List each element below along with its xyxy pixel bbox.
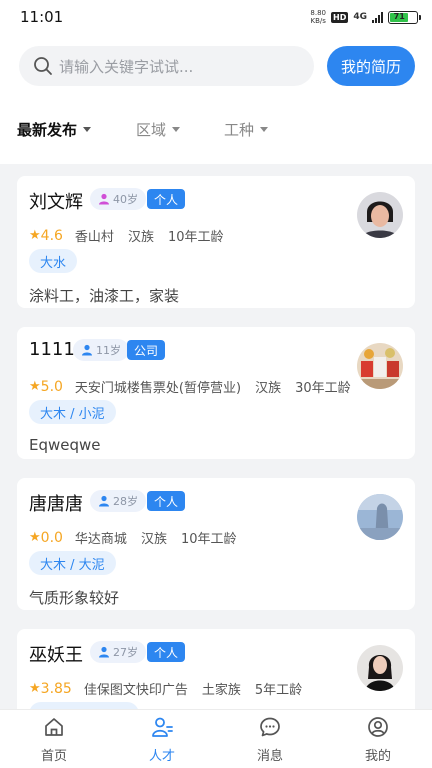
avatar bbox=[357, 343, 403, 389]
network-type: 4G bbox=[353, 11, 367, 22]
tab-talent[interactable]: 人才 bbox=[108, 710, 216, 768]
hd-icon: HD bbox=[331, 11, 349, 23]
candidate-card[interactable]: 唐唐唐 28岁 个人 ★ 0.0 华达商城 汉族 10年工龄 大木 / 大泥 气… bbox=[17, 478, 415, 610]
battery-icon: 71 bbox=[388, 10, 421, 24]
filter-region[interactable]: 区域 bbox=[136, 119, 181, 140]
tab-label: 我的 bbox=[364, 749, 391, 764]
female-icon bbox=[99, 193, 109, 205]
ethnicity: 汉族 bbox=[255, 381, 282, 396]
message-icon bbox=[260, 717, 280, 737]
age-text: 40岁 bbox=[113, 193, 138, 206]
rating: 4.6 bbox=[40, 227, 63, 244]
ethnicity: 土家族 bbox=[201, 683, 241, 698]
rating: 3.85 bbox=[40, 680, 72, 697]
candidate-card[interactable]: 刘文辉 40岁 个人 ★ 4.6 香山村 汉族 10年工龄 大水 涂料工，油漆工… bbox=[17, 176, 415, 308]
rating: 5.0 bbox=[40, 378, 63, 395]
candidate-name: 刘文辉 bbox=[29, 192, 83, 213]
network-speed: 8.80 KB/s bbox=[310, 9, 326, 25]
header: 请输入关键字试试... 我的简历 最新发布 区域 工种 bbox=[0, 34, 432, 164]
experience: 5年工龄 bbox=[254, 683, 303, 698]
caret-down-icon bbox=[260, 127, 269, 132]
male-icon bbox=[99, 646, 109, 658]
location: 华达商城 bbox=[74, 532, 127, 547]
age-tag: 28岁 bbox=[90, 490, 146, 512]
description: Eqweqwe bbox=[29, 436, 101, 454]
description: 气质形象较好 bbox=[29, 589, 120, 607]
home-icon bbox=[45, 718, 63, 736]
caret-down-icon bbox=[172, 127, 181, 132]
tab-label: 消息 bbox=[256, 749, 283, 764]
tab-label: 首页 bbox=[40, 749, 67, 764]
rating: 0.0 bbox=[40, 529, 63, 546]
tab-profile[interactable]: 我的 bbox=[324, 710, 432, 768]
star-icon: ★ bbox=[29, 228, 41, 243]
filter-trade[interactable]: 工种 bbox=[224, 119, 269, 140]
candidate-name: 唐唐唐 bbox=[29, 494, 83, 515]
profile-icon bbox=[368, 717, 388, 737]
type-tag: 个人 bbox=[147, 491, 186, 511]
age-text: 27岁 bbox=[113, 646, 138, 659]
age-tag: 11岁 bbox=[73, 339, 129, 361]
tab-home[interactable]: 首页 bbox=[0, 710, 108, 768]
search-placeholder: 请输入关键字试试... bbox=[59, 57, 194, 76]
age-text: 28岁 bbox=[113, 495, 138, 508]
status-time: 11:01 bbox=[20, 8, 64, 26]
caret-down-icon bbox=[83, 127, 92, 132]
signal-bars-icon bbox=[372, 11, 383, 23]
age-tag: 27岁 bbox=[90, 641, 146, 663]
skill-tag: 大水 bbox=[29, 249, 78, 273]
skill-tag bbox=[29, 702, 139, 709]
bottom-tab-bar: 首页 人才 消息 我的 bbox=[0, 709, 432, 768]
star-icon: ★ bbox=[29, 681, 41, 696]
info-row: ★ 4.6 香山村 汉族 10年工龄 bbox=[29, 226, 238, 246]
filter-bar: 最新发布 区域 工种 bbox=[0, 119, 432, 145]
experience: 10年工龄 bbox=[167, 230, 224, 245]
description: 涂料工，油漆工，家装 bbox=[29, 287, 180, 305]
ethnicity: 汉族 bbox=[140, 532, 167, 547]
battery-level: 71 bbox=[390, 12, 409, 22]
tab-label: 人才 bbox=[148, 749, 175, 764]
info-row: ★ 0.0 华达商城 汉族 10年工龄 bbox=[29, 528, 251, 548]
location: 天安门城楼售票处(暂停营业) bbox=[74, 381, 242, 396]
avatar bbox=[357, 192, 403, 238]
network-speed-unit: KB/s bbox=[310, 17, 326, 25]
skill-tag: 大木 / 大泥 bbox=[29, 551, 116, 575]
star-icon: ★ bbox=[29, 379, 41, 394]
talent-icon bbox=[152, 717, 173, 737]
location: 佳保图文快印广告 bbox=[83, 683, 188, 698]
candidate-list: 刘文辉 40岁 个人 ★ 4.6 香山村 汉族 10年工龄 大水 涂料工，油漆工… bbox=[0, 164, 432, 709]
star-icon: ★ bbox=[29, 530, 41, 545]
skill-tag: 大木 / 小泥 bbox=[29, 400, 116, 424]
search-input[interactable]: 请输入关键字试试... bbox=[19, 46, 314, 86]
search-icon bbox=[34, 57, 52, 75]
type-tag: 个人 bbox=[147, 189, 186, 209]
experience: 10年工龄 bbox=[180, 532, 237, 547]
filter-label: 区域 bbox=[136, 121, 167, 139]
status-indicators: 8.80 KB/s HD 4G 71 bbox=[310, 9, 421, 25]
age-text: 11岁 bbox=[96, 344, 121, 357]
male-icon bbox=[99, 495, 109, 507]
tab-messages[interactable]: 消息 bbox=[216, 710, 324, 768]
filter-label: 工种 bbox=[224, 121, 255, 139]
status-bar: 11:01 8.80 KB/s HD 4G 71 bbox=[0, 0, 432, 34]
location: 香山村 bbox=[74, 230, 114, 245]
candidate-name: 巫妖王 bbox=[29, 645, 83, 666]
ethnicity: 汉族 bbox=[127, 230, 154, 245]
male-icon bbox=[82, 344, 92, 356]
my-resume-button[interactable]: 我的简历 bbox=[327, 46, 415, 86]
network-speed-value: 8.80 bbox=[310, 9, 326, 17]
avatar bbox=[357, 645, 403, 691]
type-tag: 个人 bbox=[147, 642, 186, 662]
experience: 30年工龄 bbox=[295, 381, 351, 396]
candidate-card[interactable]: 巫妖王 27岁 个人 ★ 3.85 佳保图文快印广告 土家族 5年工龄 bbox=[17, 629, 415, 709]
age-tag: 40岁 bbox=[90, 188, 146, 210]
candidate-name: 1111 bbox=[29, 339, 75, 360]
candidate-card[interactable]: 1111 11岁 公司 ★ 5.0 天安门城楼售票处(暂停营业) 汉族 30年工… bbox=[17, 327, 415, 459]
filter-latest[interactable]: 最新发布 bbox=[17, 119, 92, 140]
info-row: ★ 5.0 天安门城楼售票处(暂停营业) 汉族 30年工龄 bbox=[29, 377, 365, 397]
filter-label: 最新发布 bbox=[17, 121, 78, 139]
avatar bbox=[357, 494, 403, 540]
type-tag: 公司 bbox=[127, 340, 166, 360]
info-row: ★ 3.85 佳保图文快印广告 土家族 5年工龄 bbox=[29, 679, 316, 699]
